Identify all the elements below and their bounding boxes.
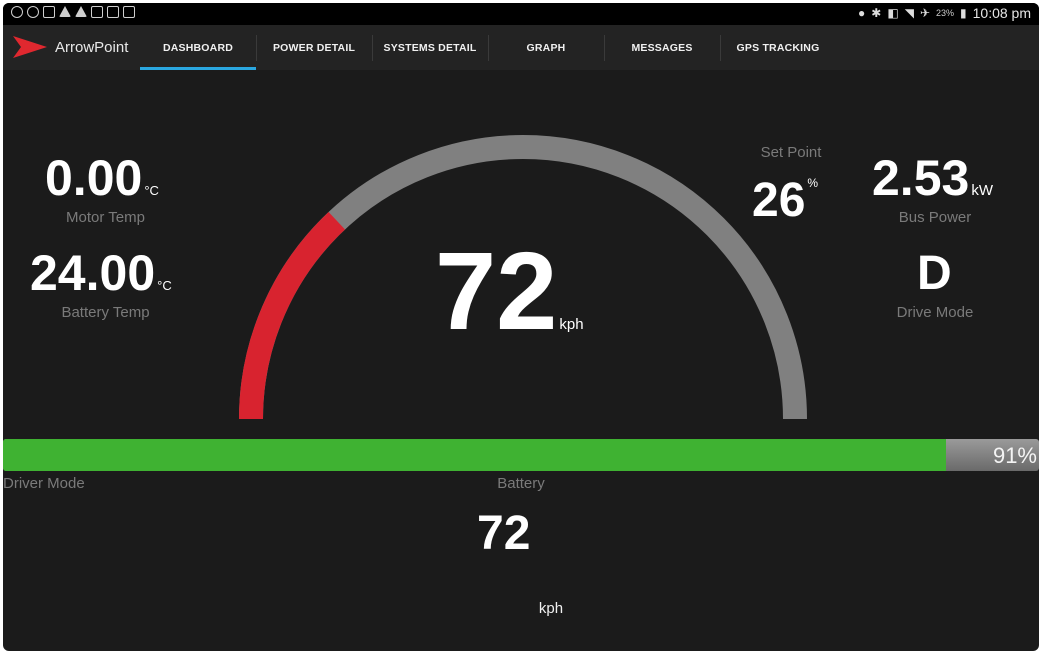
speed-value: 72 kph <box>435 237 584 347</box>
tab-dashboard[interactable]: DASHBOARD <box>140 25 256 70</box>
mail-icon <box>91 6 103 18</box>
battery-label: Battery <box>497 475 545 492</box>
gauge-set-point-arc <box>239 211 346 420</box>
app-window: ● ✱ ◧ ◥ ✈ 23% ▮ 10:08 pm ArrowPoint DASH… <box>3 3 1039 651</box>
battery-icon: ▮ <box>960 6 967 20</box>
set-point-value: 26% <box>752 177 818 225</box>
drive-mode-label: Drive Mode <box>896 304 974 321</box>
motor-temp-number: 0.00 <box>45 150 143 206</box>
bluetooth-icon: ✱ <box>871 6 882 20</box>
battery-temp-label: Battery Temp <box>61 304 150 321</box>
battery-bar-fill <box>3 439 946 471</box>
location-icon: ● <box>858 6 866 20</box>
tab-messages[interactable]: MESSAGES <box>604 25 720 70</box>
chat-icon <box>27 6 39 18</box>
tab-power-detail[interactable]: POWER DETAIL <box>256 25 372 70</box>
battery-percent: 23% <box>936 8 955 18</box>
drive-mode-value: D <box>917 247 952 300</box>
notification-icons <box>11 6 135 18</box>
warning-icon <box>75 6 87 17</box>
battery-temp-number: 24.00 <box>30 245 156 301</box>
image-icon <box>43 6 55 18</box>
wifi-icon: ◥ <box>904 6 914 20</box>
airplane-mode-icon: ✈ <box>919 6 930 20</box>
do-not-disturb-icon <box>11 6 23 18</box>
motor-temp-label: Motor Temp <box>66 209 145 226</box>
motor-temp-unit: °C <box>144 183 159 198</box>
bus-power-number: 2.53 <box>872 150 970 206</box>
speed-number: 72 <box>435 230 558 353</box>
warning-icon <box>59 6 71 17</box>
footer-speed-value: 72 <box>477 507 531 560</box>
mute-icon: ◧ <box>887 6 899 20</box>
set-point-unit: % <box>807 176 819 190</box>
footer-speed-unit: kph <box>538 600 564 617</box>
motor-temp-value: 0.00 °C <box>45 153 159 203</box>
driver-mode-label: Driver Mode <box>3 475 85 492</box>
set-point-number: 26 <box>752 174 806 227</box>
bus-power-value: 2.53 kW <box>872 153 993 203</box>
mail-icon <box>107 6 119 18</box>
battery-temp-value: 24.00 °C <box>30 248 172 298</box>
app-logo: ArrowPoint <box>13 36 128 58</box>
play-store-icon <box>123 6 135 18</box>
battery-bar: 91% <box>3 439 1039 471</box>
status-bar: ● ✱ ◧ ◥ ✈ 23% ▮ 10:08 pm <box>3 3 1039 25</box>
tab-graph[interactable]: GRAPH <box>488 25 604 70</box>
tab-gps-tracking[interactable]: GPS TRACKING <box>720 25 836 70</box>
tab-bar: ArrowPoint DASHBOARD POWER DETAIL SYSTEM… <box>3 25 1039 70</box>
set-point-label: Set Point <box>760 144 822 161</box>
clock: 10:08 pm <box>972 5 1031 21</box>
battery-percent-text: 91% <box>992 443 1037 468</box>
app-name: ArrowPoint <box>55 38 129 56</box>
bus-power-unit: kW <box>971 182 993 199</box>
arrow-logo-icon <box>13 36 47 58</box>
tab-systems-detail[interactable]: SYSTEMS DETAIL <box>372 25 488 70</box>
system-tray: ● ✱ ◧ ◥ ✈ 23% ▮ 10:08 pm <box>858 5 1031 21</box>
speed-unit: kph <box>559 316 584 333</box>
bus-power-label: Bus Power <box>898 209 972 226</box>
battery-temp-unit: °C <box>157 278 172 293</box>
